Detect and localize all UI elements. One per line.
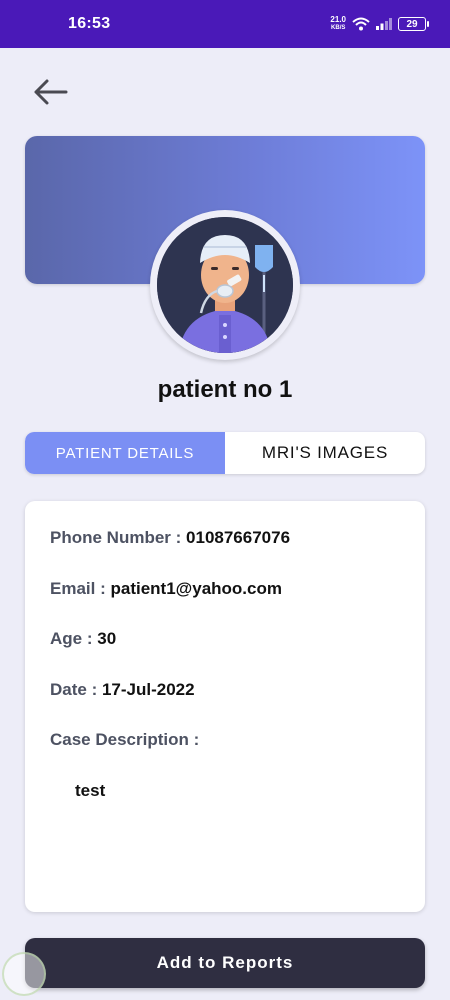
tab-bar: PATIENT DETAILS MRI'S IMAGES (25, 432, 425, 474)
patient-name: patient no 1 (157, 376, 293, 403)
case-description-value: test (75, 780, 106, 800)
add-to-reports-button[interactable]: Add to Reports (25, 938, 425, 988)
tab-mri-images[interactable]: MRI'S IMAGES (225, 432, 425, 474)
patient-details-card: Phone Number : 01087667076 Email : patie… (25, 501, 425, 912)
network-speed: 21.0 KB/S (330, 16, 346, 32)
arrow-left-icon (34, 79, 68, 105)
email-label: Email : (50, 578, 106, 598)
phone-value: 01087667076 (186, 528, 291, 547)
status-bar: 16:53 21.0 KB/S 29 (0, 0, 450, 48)
age-label: Age : (50, 629, 93, 648)
phone-row: Phone Number : 01087667076 (50, 528, 400, 579)
battery-icon: 29 (398, 17, 429, 31)
phone-label: Phone Number : (50, 528, 182, 547)
status-icons: 21.0 KB/S 29 (330, 16, 429, 32)
wifi-icon (352, 17, 370, 31)
age-row: Age : 30 (50, 629, 400, 680)
email-row: Email : patient1@yahoo.com (50, 579, 400, 630)
case-description-label: Case Description : (50, 730, 200, 749)
date-row: Date : 17-Jul-2022 (50, 680, 400, 731)
status-time: 16:53 (68, 15, 111, 32)
age-value: 30 (97, 629, 117, 648)
network-speed-value: 21.0 (330, 15, 346, 24)
patient-avatar (157, 217, 293, 353)
patient-illustration (157, 217, 293, 353)
avatar-frame (150, 210, 300, 360)
date-value: 17-Jul-2022 (101, 679, 195, 699)
case-description-row: Case Description : (50, 730, 400, 781)
app-watermark-logo (2, 952, 46, 996)
tab-patient-details[interactable]: PATIENT DETAILS (25, 432, 225, 474)
email-value: patient1@yahoo.com (110, 578, 282, 598)
network-speed-unit: KB/S (331, 25, 346, 31)
signal-icon (376, 18, 392, 30)
date-label: Date : (50, 679, 98, 699)
back-button[interactable] (28, 72, 72, 112)
